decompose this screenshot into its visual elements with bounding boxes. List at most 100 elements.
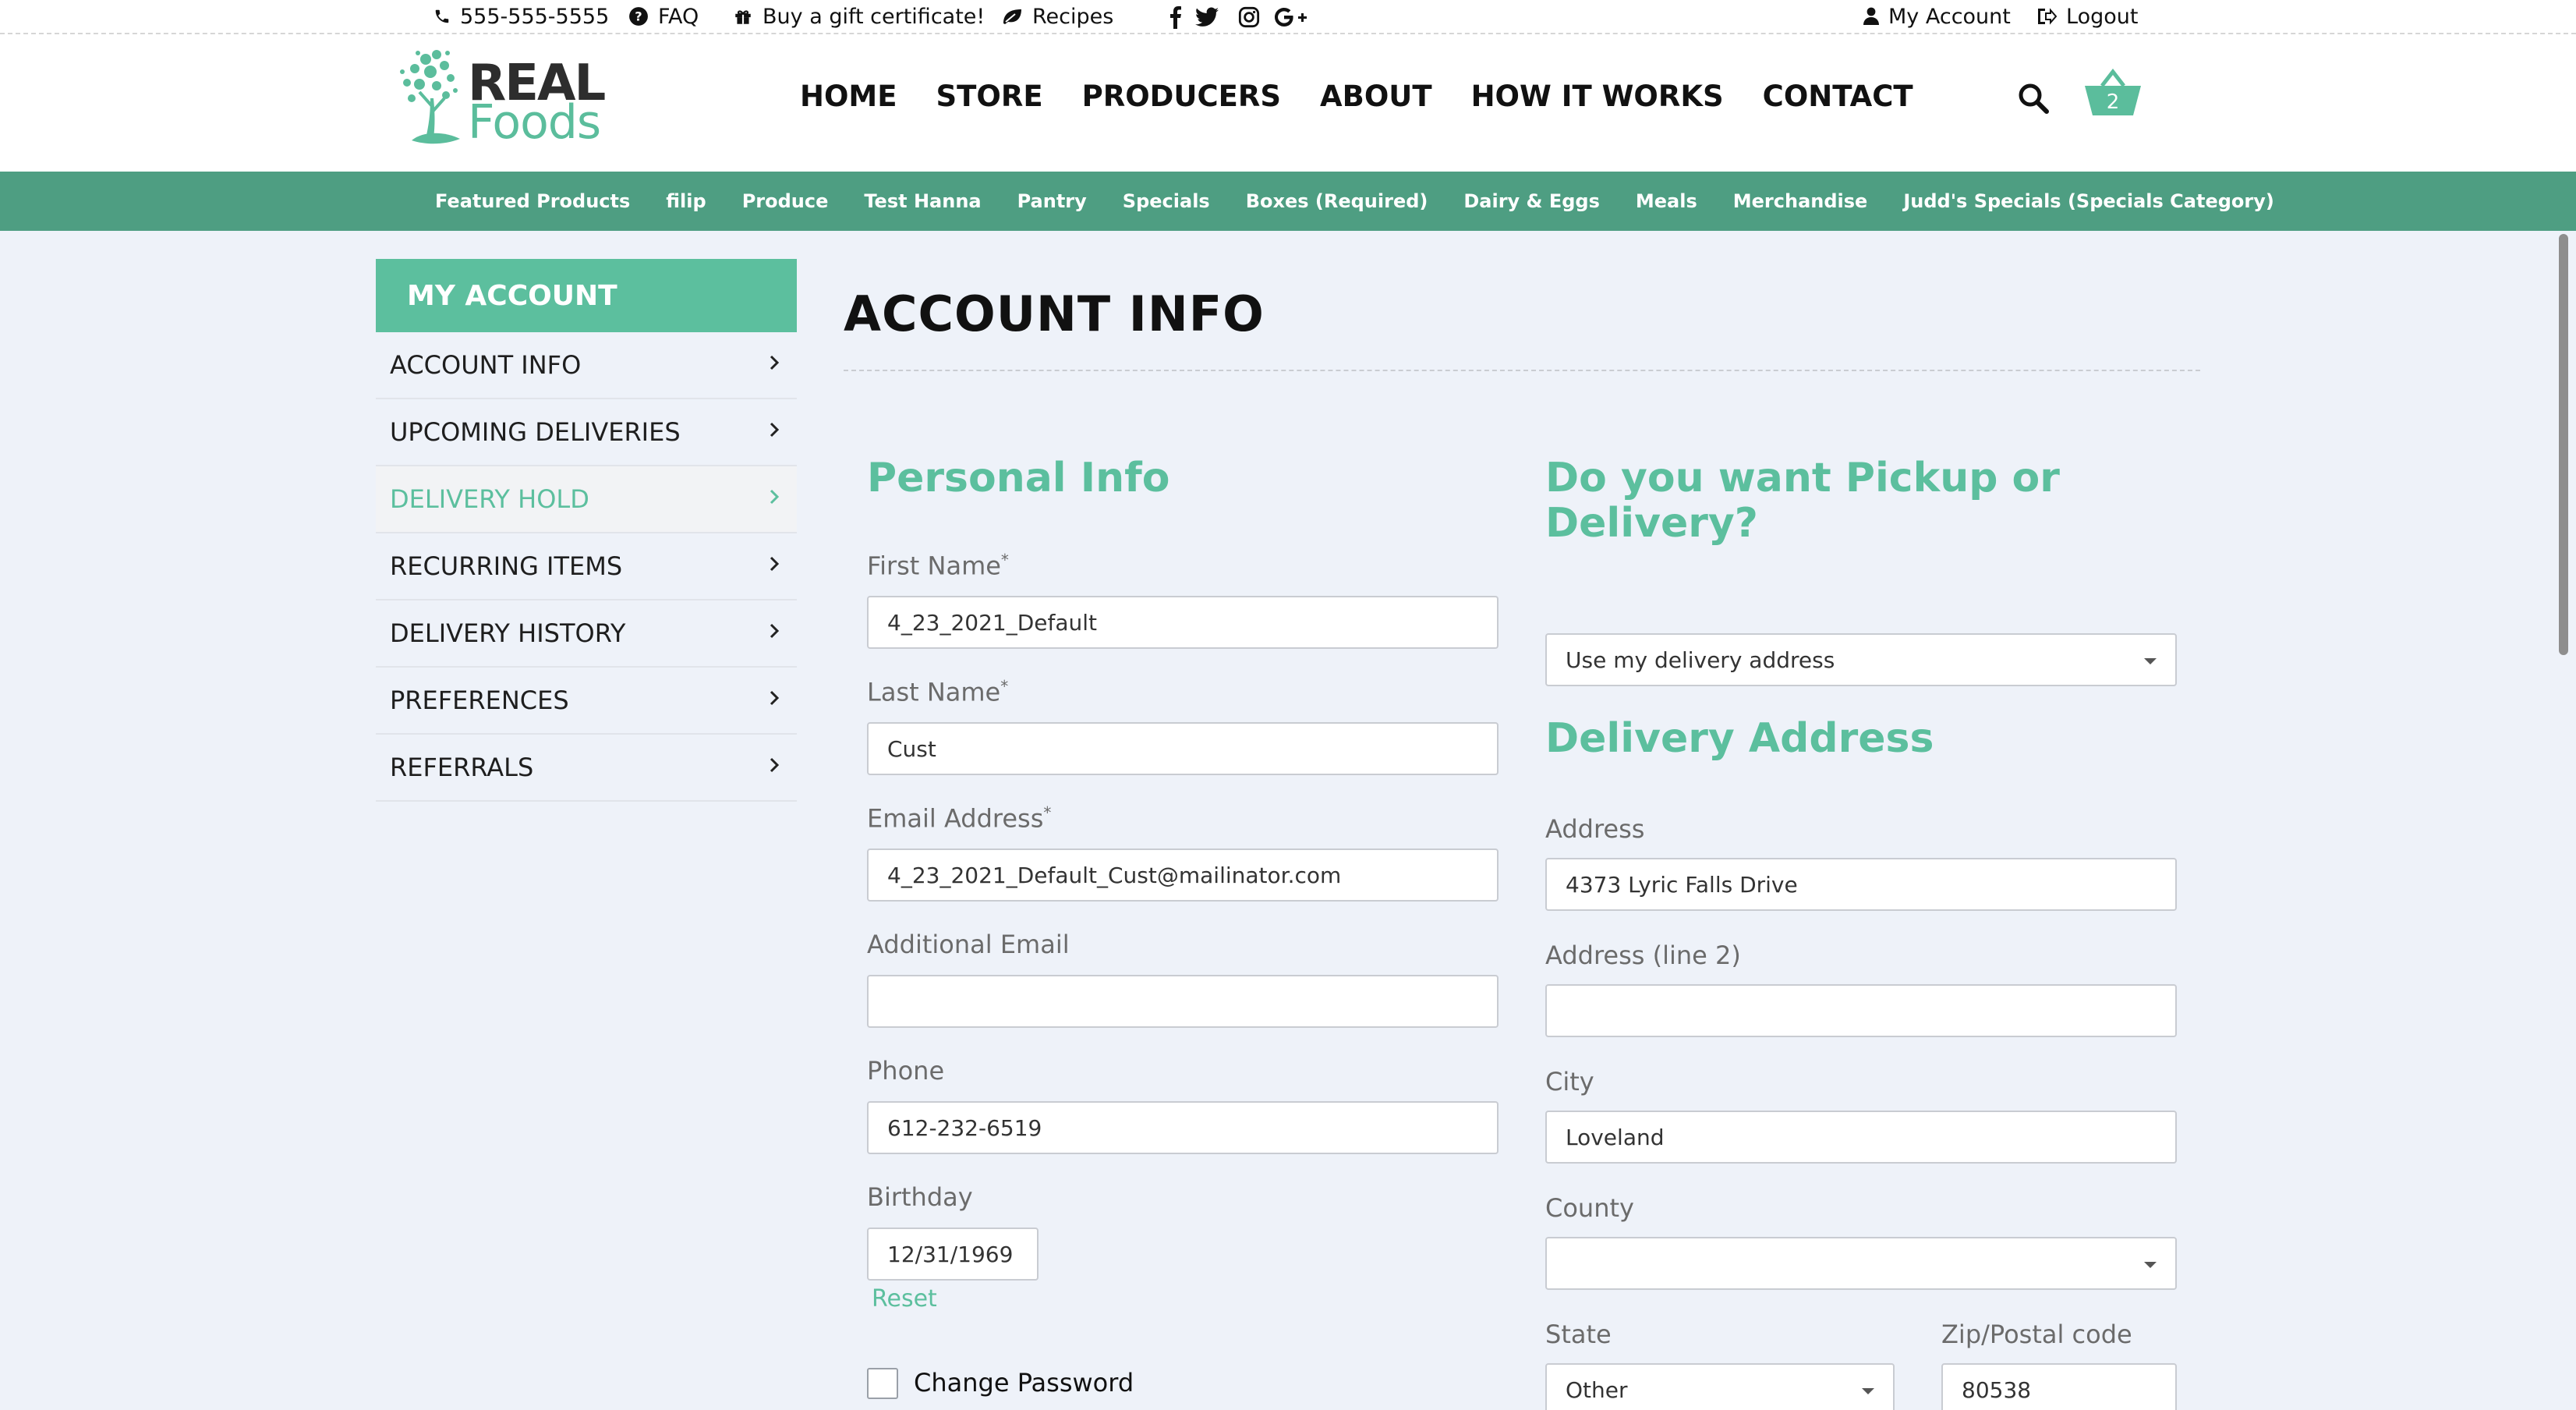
nav-contact[interactable]: CONTACT (1763, 80, 1913, 113)
nav-store[interactable]: STORE (936, 80, 1043, 113)
faq-link[interactable]: ? FAQ (628, 0, 699, 33)
question-circle-icon: ? (629, 7, 648, 26)
gift-certificate-link[interactable]: Buy a gift certificate! (733, 0, 985, 33)
sidebar-item-label: PREFERENCES (390, 686, 569, 715)
instagram-icon[interactable] (1227, 6, 1271, 28)
address-input[interactable]: 4373 Lyric Falls Drive (1545, 858, 2177, 911)
sidebar-item-label: DELIVERY HOLD (390, 484, 589, 514)
sidebar-item-label: RECURRING ITEMS (390, 551, 623, 581)
chevron-right-icon (770, 556, 780, 572)
category-specials[interactable]: Specials (1123, 190, 1210, 212)
real-foods-logo[interactable]: REAL Foods (396, 44, 607, 150)
city-input[interactable]: Loveland (1545, 1111, 2177, 1164)
category-judds-specials[interactable]: Judd's Specials (Specials Category) (1903, 190, 2274, 212)
site-header: REAL Foods HOME STORE PRODUCERS ABOUT HO… (0, 34, 2576, 172)
pickup-delivery-select[interactable]: Use my delivery address (1545, 633, 2177, 686)
category-merchandise[interactable]: Merchandise (1733, 190, 1868, 212)
sidebar-item-account-info[interactable]: ACCOUNT INFO (376, 332, 797, 399)
nav-producers[interactable]: PRODUCERS (1082, 80, 1281, 113)
page-title: ACCOUNT INFO (844, 285, 1265, 342)
sidebar-item-label: ACCOUNT INFO (390, 350, 582, 380)
sidebar-item-label: DELIVERY HISTORY (390, 618, 626, 648)
svg-text:?: ? (635, 9, 642, 23)
change-password-checkbox[interactable] (867, 1368, 898, 1399)
sidebar-item-label: UPCOMING DELIVERIES (390, 417, 681, 447)
birthday-input[interactable]: 12/31/1969 (867, 1228, 1039, 1281)
category-pantry[interactable]: Pantry (1017, 190, 1087, 212)
first-name-input[interactable]: 4_23_2021_Default (867, 596, 1499, 649)
change-password-label: Change Password (914, 1368, 1134, 1398)
category-boxes[interactable]: Boxes (Required) (1246, 190, 1428, 212)
email-input[interactable]: 4_23_2021_Default_Cust@mailinator.com (867, 848, 1499, 902)
sidebar-item-upcoming-deliveries[interactable]: UPCOMING DELIVERIES (376, 399, 797, 466)
logo-text-foods: Foods (468, 95, 601, 150)
category-test-hanna[interactable]: Test Hanna (864, 190, 981, 212)
logout-label: Logout (2066, 4, 2139, 29)
main-navigation: HOME STORE PRODUCERS ABOUT HOW IT WORKS … (800, 80, 1952, 113)
zip-label: Zip/Postal code (1941, 1320, 2132, 1349)
pickup-delivery-heading: Do you want Pickup or Delivery? (1545, 455, 2060, 547)
zip-input[interactable]: 80538 (1941, 1363, 2177, 1410)
address-label: Address (1545, 814, 1645, 844)
my-account-link[interactable]: My Account (1863, 0, 2011, 33)
birthday-label: Birthday (867, 1182, 973, 1212)
address-line2-label: Address (line 2) (1545, 941, 1741, 970)
gift-label: Buy a gift certificate! (763, 4, 985, 29)
sidebar-item-preferences[interactable]: PREFERENCES (376, 668, 797, 735)
twitter-icon[interactable] (1187, 7, 1227, 27)
nav-home[interactable]: HOME (800, 80, 897, 113)
category-meals[interactable]: Meals (1636, 190, 1697, 212)
last-name-input[interactable]: Cust (867, 722, 1499, 775)
title-divider (844, 370, 2200, 371)
chevron-right-icon (770, 489, 780, 505)
additional-email-label: Additional Email (867, 930, 1070, 959)
phone-input[interactable]: 612-232-6519 (867, 1101, 1499, 1154)
chevron-right-icon (770, 355, 780, 370)
address-line2-input[interactable] (1545, 984, 2177, 1037)
top-utility-bar: 555-555-5555 ? FAQ Buy a gift certificat… (0, 0, 2576, 34)
nav-how-it-works[interactable]: HOW IT WORKS (1471, 80, 1724, 113)
sidebar-title: MY ACCOUNT (376, 259, 797, 332)
recipes-label: Recipes (1032, 4, 1114, 29)
sign-out-icon (2038, 8, 2057, 25)
chevron-down-icon (1862, 1388, 1874, 1394)
gift-icon (735, 10, 751, 24)
email-label: Email Address* (867, 803, 1052, 834)
category-filip[interactable]: filip (666, 190, 706, 212)
additional-email-input[interactable] (867, 975, 1499, 1028)
cart-count-badge: 2 (2106, 90, 2120, 114)
sidebar-item-delivery-history[interactable]: DELIVERY HISTORY (376, 600, 797, 668)
social-links (1165, 2, 1310, 33)
chevron-right-icon (770, 422, 780, 438)
phone-link[interactable]: 555-555-5555 (433, 0, 609, 33)
cart-button[interactable]: 2 (2083, 69, 2143, 119)
sidebar-item-referrals[interactable]: REFERRALS (376, 735, 797, 802)
category-featured-products[interactable]: Featured Products (435, 190, 630, 212)
page-scrollbar[interactable] (2559, 234, 2568, 655)
tree-logo-icon (400, 50, 460, 144)
reset-birthday-link[interactable]: Reset (872, 1285, 937, 1313)
state-select[interactable]: Other (1545, 1363, 1895, 1410)
sidebar-item-recurring-items[interactable]: RECURRING ITEMS (376, 533, 797, 600)
facebook-icon[interactable] (1165, 5, 1187, 29)
sidebar-item-delivery-hold[interactable]: DELIVERY HOLD (376, 466, 797, 533)
my-account-label: My Account (1888, 4, 2011, 29)
account-sidebar: MY ACCOUNT ACCOUNT INFO UPCOMING DELIVER… (376, 259, 797, 802)
county-label: County (1545, 1193, 1634, 1223)
county-select[interactable] (1545, 1237, 2177, 1290)
faq-label: FAQ (658, 4, 699, 29)
search-icon[interactable] (2018, 83, 2049, 117)
google-plus-icon[interactable] (1271, 6, 1310, 28)
personal-info-heading: Personal Info (867, 455, 1170, 501)
user-icon (1863, 7, 1879, 25)
category-produce[interactable]: Produce (742, 190, 829, 212)
state-label: State (1545, 1320, 1612, 1349)
leaf-icon (1003, 9, 1021, 24)
category-bar: Featured Products filip Produce Test Han… (0, 172, 2576, 231)
category-dairy-eggs[interactable]: Dairy & Eggs (1463, 190, 1600, 212)
nav-about[interactable]: ABOUT (1320, 80, 1432, 113)
logout-link[interactable]: Logout (2036, 0, 2138, 33)
chevron-down-icon (2144, 658, 2157, 664)
city-label: City (1545, 1067, 1594, 1096)
recipes-link[interactable]: Recipes (1001, 0, 1113, 33)
